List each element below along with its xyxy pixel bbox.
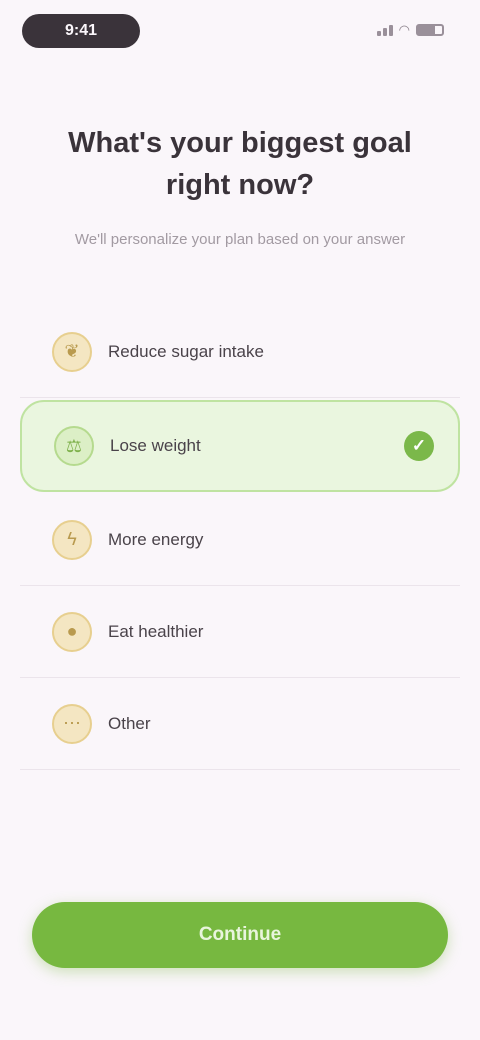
option-more-energy[interactable]: ϟ More energy <box>20 494 460 586</box>
option-label: Reduce sugar intake <box>108 341 264 361</box>
option-eat-healthier[interactable]: ● Eat healthier <box>20 586 460 678</box>
goal-options-list: ❦ Reduce sugar intake ⚖ Lose weight ✓ ϟ … <box>20 306 460 770</box>
battery-icon <box>416 24 444 36</box>
checkmark-icon: ✓ <box>404 431 434 461</box>
page-title: What's your biggest goal right now? <box>68 127 412 201</box>
status-icons: ◠ <box>376 22 444 38</box>
leaf-icon: ❦ <box>52 331 92 372</box>
apple-icon: ● <box>52 611 92 652</box>
option-lose-weight[interactable]: ⚖ Lose weight ✓ <box>20 400 460 492</box>
wifi-icon: ◠ <box>398 22 410 37</box>
signal-icon <box>376 24 393 36</box>
option-label: Lose weight <box>110 436 201 455</box>
option-label: Other <box>108 713 151 733</box>
status-bar: 9:41 ◠ <box>0 0 480 64</box>
continue-button[interactable]: Continue <box>32 902 448 968</box>
page-subtitle: We'll personalize your plan based on you… <box>74 231 406 248</box>
option-label: More energy <box>108 529 204 549</box>
option-label: Eat healthier <box>108 621 204 641</box>
dots-icon: ⋯ <box>52 703 92 744</box>
status-time: 9:41 <box>22 14 140 48</box>
scale-icon: ⚖ <box>54 426 94 466</box>
lightning-icon: ϟ <box>52 519 92 560</box>
option-reduce-sugar[interactable]: ❦ Reduce sugar intake <box>20 306 460 398</box>
option-other[interactable]: ⋯ Other <box>20 678 460 770</box>
